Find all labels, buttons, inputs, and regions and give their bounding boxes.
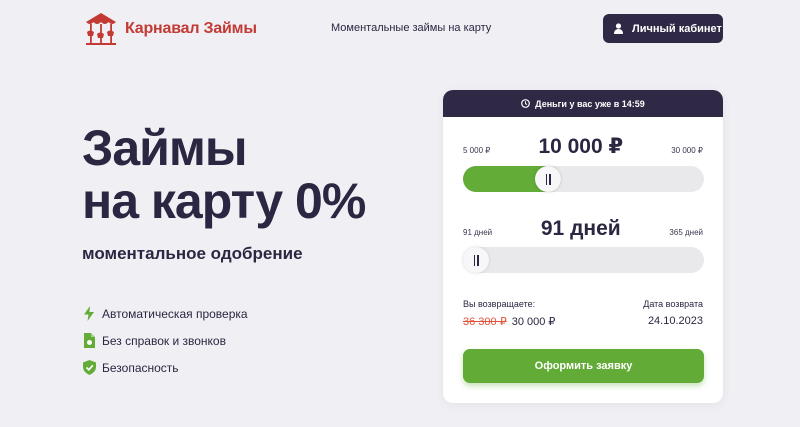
personal-cabinet-button[interactable]: Личный кабинет	[603, 14, 723, 43]
amount-slider-handle[interactable]	[535, 166, 562, 192]
feature-label: Без справок и звонков	[102, 333, 226, 348]
nav-instant-loans-link[interactable]: Моментальные займы на карту	[331, 22, 491, 34]
feature-label: Безопасность	[102, 360, 179, 375]
clock-icon	[521, 99, 531, 108]
amount-max-label: 30 000 ₽	[671, 146, 703, 155]
user-icon	[614, 23, 623, 34]
shield-check-icon	[82, 360, 96, 376]
carousel-logo-icon	[86, 13, 116, 45]
timer-banner-text: Деньги у вас уже в 14:59	[535, 98, 645, 109]
return-old-price: 36 300 ₽	[463, 316, 507, 328]
document-icon	[82, 333, 96, 349]
return-new-price: 30 000 ₽	[511, 316, 556, 328]
timer-banner: Деньги у вас уже в 14:59	[443, 90, 723, 117]
amount-value: 10 000 ₽	[538, 135, 624, 158]
term-slider-handle[interactable]	[463, 247, 489, 273]
return-label: Вы возвращаете:	[463, 299, 536, 309]
term-slider[interactable]	[463, 247, 704, 273]
term-value: 91 дней	[540, 217, 621, 240]
brand-logo[interactable]: Карнавал Займы	[82, 10, 257, 48]
hero-title-line1: Займы	[82, 120, 248, 176]
term-max-label: 365 дней	[669, 228, 703, 237]
hero-title-line2: на карту 0%	[82, 173, 366, 229]
hero-title: Займы на карту 0%	[82, 120, 366, 229]
return-amount-block: Вы возвращаете: 36 300 ₽ 30 000 ₽	[463, 299, 555, 328]
feature-item: Без справок и звонков	[82, 327, 248, 354]
return-values: 36 300 ₽ 30 000 ₽	[463, 315, 555, 328]
return-date-block: Дата возврата 24.10.2023	[643, 299, 703, 327]
return-date-value: 24.10.2023	[647, 315, 703, 327]
feature-label: Автоматическая проверка	[102, 306, 248, 321]
apply-button[interactable]: Оформить заявку	[463, 349, 704, 383]
term-labels: 91 дней 91 дней 365 дней	[463, 217, 703, 241]
term-min-label: 91 дней	[463, 228, 493, 237]
return-date-label: Дата возврата	[643, 299, 703, 309]
amount-labels: 5 000 ₽ 10 000 ₽ 30 000 ₽	[463, 134, 703, 159]
lightning-icon	[82, 306, 96, 322]
feature-item: Безопасность	[82, 354, 248, 381]
feature-list: Автоматическая проверка Без справок и зв…	[82, 300, 248, 381]
return-date-values: 24.10.2023	[643, 315, 703, 327]
loan-calculator-card: Деньги у вас уже в 14:59 5 000 ₽ 10 000 …	[443, 90, 723, 403]
hero-subtitle: моментальное одобрение	[82, 244, 303, 263]
feature-item: Автоматическая проверка	[82, 300, 248, 327]
brand-name: Карнавал Займы	[125, 20, 257, 37]
amount-min-label: 5 000 ₽	[463, 146, 491, 155]
personal-cabinet-label: Личный кабинет	[632, 22, 722, 35]
amount-slider[interactable]	[463, 166, 704, 192]
